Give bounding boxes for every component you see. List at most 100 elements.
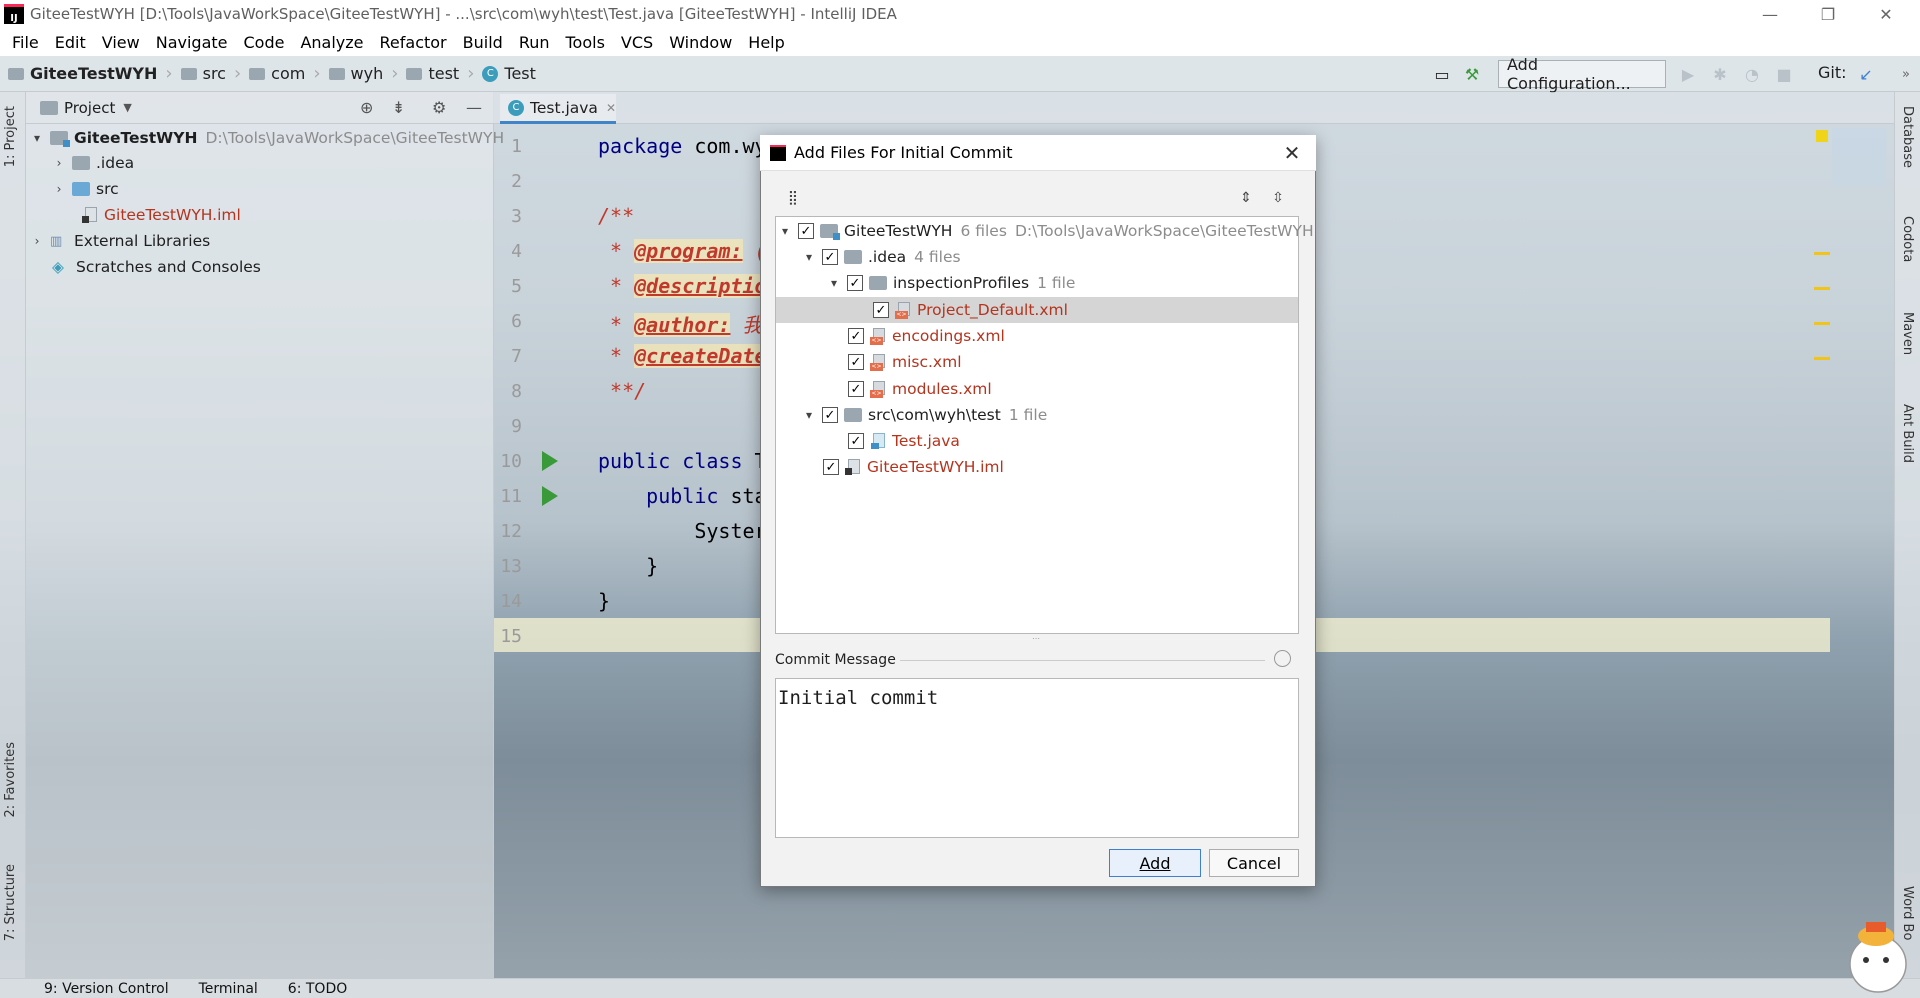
src-checkbox[interactable]: ✓ xyxy=(822,407,838,423)
collapse-all-icon[interactable]: ⇳ xyxy=(1268,188,1288,208)
minimap[interactable] xyxy=(1832,128,1886,186)
tree-item-external-libraries[interactable]: › ▥ External Libraries xyxy=(30,229,211,253)
inspection-profiles-checkbox[interactable]: ✓ xyxy=(847,275,863,291)
cancel-button[interactable]: Cancel xyxy=(1209,849,1299,877)
breadcrumb-wyh[interactable]: wyh › xyxy=(328,63,398,84)
collapse-all-icon[interactable]: ⇟ xyxy=(392,98,405,117)
project-panel-title[interactable]: Project xyxy=(64,99,115,117)
commit-history-clock-icon[interactable] xyxy=(1274,650,1291,667)
tree-row-modules[interactable]: ✓ modules.xml xyxy=(848,376,992,402)
tab-todo[interactable]: 6: TODO xyxy=(288,981,347,997)
locate-icon[interactable]: ⊕ xyxy=(360,98,373,117)
tree-row-inspection-profiles[interactable]: ▾ ✓ inspectionProfiles 1 file xyxy=(827,270,1076,296)
editor-tab-test-java[interactable]: C Test.java ✕ xyxy=(500,94,616,124)
menu-code[interactable]: Code xyxy=(236,33,293,52)
tree-row-project-default[interactable]: ✓ Project_Default.xml xyxy=(873,297,1068,323)
run-icon[interactable]: ▶ xyxy=(1676,62,1700,86)
hide-panel-icon[interactable]: — xyxy=(466,98,482,117)
breadcrumb-com[interactable]: com › xyxy=(249,63,321,84)
warning-marker[interactable] xyxy=(1814,357,1830,360)
tab-ant-build[interactable]: Ant Build xyxy=(1900,404,1915,463)
tree-row-src[interactable]: ▾ ✓ src\com\wyh\test 1 file xyxy=(802,402,1047,428)
add-button[interactable]: Add xyxy=(1109,849,1201,877)
menu-build[interactable]: Build xyxy=(455,33,511,52)
commit-message-input[interactable]: Initial commit xyxy=(775,678,1299,838)
tab-codota[interactable]: Codota xyxy=(1900,216,1915,262)
modules-checkbox[interactable]: ✓ xyxy=(848,381,864,397)
tree-item-iml[interactable]: GiteeTestWYH.iml xyxy=(82,203,241,227)
chevron-down-icon[interactable]: ▾ xyxy=(778,224,792,238)
layout-icon[interactable]: ▭ xyxy=(1430,62,1454,86)
inspection-status-icon[interactable] xyxy=(1816,130,1828,142)
chevron-down-icon[interactable]: ▾ xyxy=(827,276,841,290)
restore-icon[interactable]: ❐ xyxy=(1800,0,1856,28)
menu-refactor[interactable]: Refactor xyxy=(372,33,455,52)
code-line-12: Syster xyxy=(598,519,767,543)
separator xyxy=(900,660,1265,661)
project-default-checkbox[interactable]: ✓ xyxy=(873,302,889,318)
close-tab-icon[interactable]: ✕ xyxy=(606,101,616,115)
tree-row-test-java[interactable]: ✓ Test.java xyxy=(848,428,960,454)
minimize-icon[interactable]: — xyxy=(1742,0,1798,28)
close-window-icon[interactable]: ✕ xyxy=(1858,0,1914,28)
menu-help[interactable]: Help xyxy=(740,33,792,52)
menu-analyze[interactable]: Analyze xyxy=(292,33,371,52)
tab-maven[interactable]: Maven xyxy=(1900,312,1915,355)
menu-tools[interactable]: Tools xyxy=(558,33,613,52)
menu-navigate[interactable]: Navigate xyxy=(148,33,236,52)
tree-row-idea[interactable]: ▾ ✓ .idea 4 files xyxy=(802,244,961,270)
misc-checkbox[interactable]: ✓ xyxy=(848,354,864,370)
run-class-icon[interactable] xyxy=(542,451,558,471)
group-by-icon[interactable]: ⣿ xyxy=(783,188,803,208)
gear-icon[interactable]: ⚙ xyxy=(432,98,446,117)
debug-icon[interactable]: ✱ xyxy=(1708,62,1732,86)
stop-icon[interactable]: ■ xyxy=(1772,62,1796,86)
git-update-icon[interactable]: ↙ xyxy=(1854,62,1878,86)
coverage-icon[interactable]: ◔ xyxy=(1740,62,1764,86)
splitter-handle[interactable]: ⋯ xyxy=(1026,634,1046,643)
idea-checkbox[interactable]: ✓ xyxy=(822,249,838,265)
warning-marker[interactable] xyxy=(1814,322,1830,325)
test-java-checkbox[interactable]: ✓ xyxy=(848,433,864,449)
root-checkbox[interactable]: ✓ xyxy=(798,223,814,239)
tree-item-idea[interactable]: › .idea xyxy=(52,151,135,175)
add-configuration-button[interactable]: Add Configuration... xyxy=(1498,55,1666,93)
menu-vcs[interactable]: VCS xyxy=(613,33,661,52)
tree-row-misc[interactable]: ✓ misc.xml xyxy=(848,349,962,375)
tree-row-encodings[interactable]: ✓ encodings.xml xyxy=(848,323,1005,349)
tab-project[interactable]: 1: Project xyxy=(3,106,18,167)
line-number: 6 xyxy=(511,311,522,332)
tree-root[interactable]: ▾ GiteeTestWYH D:\Tools\JavaWorkSpace\Gi… xyxy=(30,126,504,150)
tab-terminal[interactable]: Terminal xyxy=(199,981,258,997)
tree-item-scratches[interactable]: ◈ Scratches and Consoles xyxy=(52,255,261,279)
breadcrumb-test[interactable]: test › xyxy=(406,63,474,84)
breadcrumb-src[interactable]: src › xyxy=(180,63,241,84)
chevron-down-icon[interactable]: ▾ xyxy=(802,408,816,422)
expand-all-icon[interactable]: ⇕ xyxy=(1236,188,1256,208)
dialog-close-icon[interactable]: ✕ xyxy=(1276,138,1308,168)
breadcrumb-test-class[interactable]: C Test xyxy=(482,64,536,83)
tree-row-root[interactable]: ▾ ✓ GiteeTestWYH 6 files D:\Tools\JavaWo… xyxy=(778,218,1314,244)
tab-favorites[interactable]: 2: Favorites xyxy=(3,742,18,818)
tab-structure[interactable]: 7: Structure xyxy=(3,864,18,941)
sheep-mascot-icon[interactable] xyxy=(1840,916,1916,994)
more-icon[interactable]: » xyxy=(1894,62,1918,86)
warning-marker[interactable] xyxy=(1814,287,1830,290)
menu-file[interactable]: File xyxy=(4,33,47,52)
tab-database[interactable]: Database xyxy=(1900,106,1915,168)
menu-view[interactable]: View xyxy=(94,33,148,52)
build-hammer-icon[interactable]: ⚒ xyxy=(1460,62,1484,86)
menu-run[interactable]: Run xyxy=(511,33,558,52)
chevron-down-icon[interactable]: ▼ xyxy=(123,101,131,114)
breadcrumb-project[interactable]: GiteeTestWYH › xyxy=(8,63,173,84)
tree-item-src[interactable]: › src xyxy=(52,177,119,201)
run-method-icon[interactable] xyxy=(542,486,558,506)
tree-row-iml[interactable]: ✓ GiteeTestWYH.iml xyxy=(823,454,1004,480)
tab-version-control[interactable]: 9: Version Control xyxy=(44,981,169,997)
warning-marker[interactable] xyxy=(1814,252,1830,255)
encodings-checkbox[interactable]: ✓ xyxy=(848,328,864,344)
menu-window[interactable]: Window xyxy=(661,33,740,52)
menu-edit[interactable]: Edit xyxy=(47,33,94,52)
chevron-down-icon[interactable]: ▾ xyxy=(802,250,816,264)
iml-checkbox[interactable]: ✓ xyxy=(823,459,839,475)
